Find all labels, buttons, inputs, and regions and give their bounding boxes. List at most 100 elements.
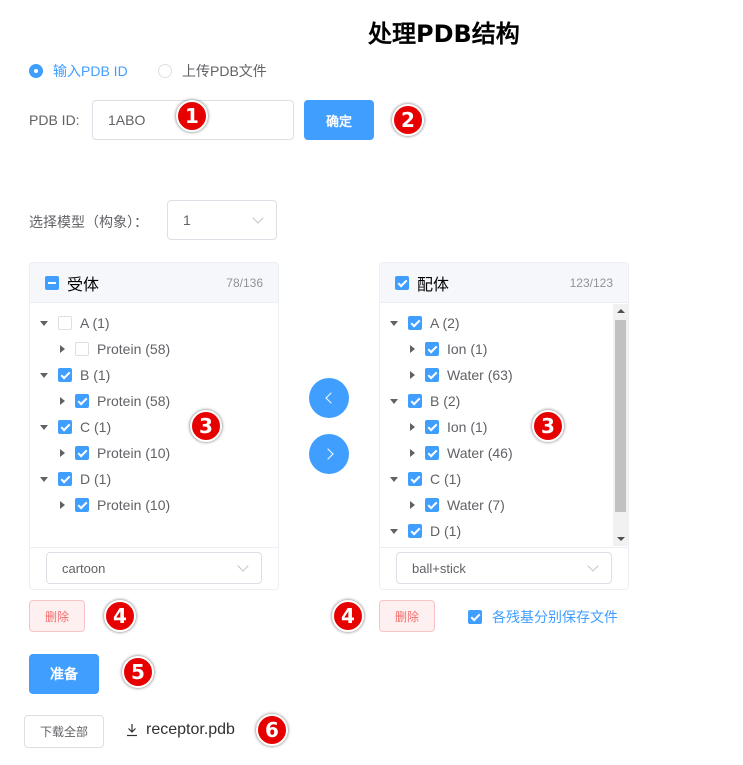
download-file-name: receptor.pdb xyxy=(146,721,235,738)
tree-node-checkbox[interactable] xyxy=(408,316,422,330)
radio-upload-pdb-file[interactable]: 上传PDB文件 xyxy=(158,61,267,81)
caret-right-icon[interactable] xyxy=(410,501,415,509)
tree-node-checkbox[interactable] xyxy=(75,498,89,512)
caret-right-icon[interactable] xyxy=(410,449,415,457)
tree-node[interactable]: C (1) xyxy=(40,414,111,440)
radio-label: 上传PDB文件 xyxy=(182,63,267,79)
caret-down-icon[interactable] xyxy=(390,476,398,482)
scroll-down-arrow-icon[interactable] xyxy=(617,537,625,541)
tree-node[interactable]: D (1) xyxy=(40,466,111,492)
pdb-id-label: PDB ID: xyxy=(29,112,80,128)
annotation-badge: 4 xyxy=(332,600,364,632)
tree-node-checkbox[interactable] xyxy=(408,524,422,538)
tree-node-checkbox[interactable] xyxy=(425,420,439,434)
download-receptor-link[interactable]: receptor.pdb xyxy=(126,721,235,739)
caret-down-icon[interactable] xyxy=(40,320,48,326)
ligand-scrollbar[interactable] xyxy=(613,304,628,546)
caret-down-icon[interactable] xyxy=(40,424,48,430)
tree-node-checkbox[interactable] xyxy=(425,342,439,356)
tree-node-checkbox[interactable] xyxy=(58,368,72,382)
prepare-button[interactable]: 准备 xyxy=(29,654,99,694)
tree-node[interactable]: A (2) xyxy=(390,310,460,336)
annotation-badge: 5 xyxy=(122,656,154,688)
tree-node[interactable]: D (1) xyxy=(390,518,461,544)
caret-right-icon[interactable] xyxy=(410,371,415,379)
tree-node[interactable]: Protein (58) xyxy=(58,388,170,414)
confirm-button[interactable]: 确定 xyxy=(304,100,374,140)
tree-node[interactable]: Protein (10) xyxy=(58,440,170,466)
ligand-style-select[interactable]: ball+stick xyxy=(396,552,612,584)
ligand-panel-title: 配体 xyxy=(417,276,450,294)
tree-node-checkbox[interactable] xyxy=(75,394,89,408)
tree-node-checkbox[interactable] xyxy=(75,446,89,460)
tree-node[interactable]: Protein (58) xyxy=(58,336,170,362)
model-select-value: 1 xyxy=(183,212,191,228)
tree-node-checkbox[interactable] xyxy=(425,368,439,382)
tree-node[interactable]: Water (7) xyxy=(408,492,505,518)
receptor-delete-button[interactable]: 删除 xyxy=(29,600,85,632)
caret-right-icon[interactable] xyxy=(60,345,65,353)
receptor-select-all-checkbox[interactable] xyxy=(45,275,59,290)
tree-node[interactable]: C (1) xyxy=(390,466,461,492)
caret-down-icon[interactable] xyxy=(390,528,398,534)
radio-label: 输入PDB ID xyxy=(53,63,128,79)
receptor-panel: 受体 78/136 A (1) Protein (58) B (1) Protein … xyxy=(29,262,279,590)
caret-down-icon[interactable] xyxy=(390,398,398,404)
tree-node-label: D (1) xyxy=(80,471,112,487)
tree-node-label: Protein (10) xyxy=(97,445,171,461)
tree-node-label: Water (46) xyxy=(447,445,513,461)
chevron-down-icon xyxy=(237,560,249,572)
scroll-up-arrow-icon[interactable] xyxy=(617,309,625,313)
tree-node[interactable]: Water (63) xyxy=(408,362,513,388)
scrollbar-thumb[interactable] xyxy=(615,320,626,512)
tree-node[interactable]: A (1) xyxy=(40,310,110,336)
tree-node-label: D (1) xyxy=(430,523,462,539)
tree-node-label: Protein (10) xyxy=(97,497,171,513)
tree-node-label: Ion (1) xyxy=(447,341,488,357)
annotation-badge: 2 xyxy=(392,104,424,136)
ligand-panel-header: 配体 123/123 xyxy=(380,263,628,303)
model-select-label: 选择模型（构象）： xyxy=(29,214,148,230)
move-right-button[interactable] xyxy=(309,434,349,474)
tree-node-checkbox[interactable] xyxy=(58,316,72,330)
ligand-select-all-checkbox[interactable] xyxy=(395,275,409,290)
model-select[interactable]: 1 xyxy=(167,200,277,240)
caret-down-icon[interactable] xyxy=(390,320,398,326)
radio-input-pdb-id[interactable]: 输入PDB ID xyxy=(29,61,128,81)
caret-right-icon[interactable] xyxy=(60,397,65,405)
tree-node-checkbox[interactable] xyxy=(408,394,422,408)
receptor-count: 78/136 xyxy=(226,275,263,290)
caret-down-icon[interactable] xyxy=(40,476,48,482)
save-per-residue-option[interactable]: 各残基分别保存文件 xyxy=(468,607,618,627)
tree-node-checkbox[interactable] xyxy=(58,472,72,486)
caret-down-icon[interactable] xyxy=(40,372,48,378)
caret-right-icon[interactable] xyxy=(410,345,415,353)
tree-node[interactable]: Water (46) xyxy=(408,440,513,466)
tree-node[interactable]: Ion (1) xyxy=(408,336,487,362)
tree-node-checkbox[interactable] xyxy=(58,420,72,434)
download-icon xyxy=(127,724,137,737)
tree-node[interactable]: Ion (1) xyxy=(408,414,487,440)
tree-node-checkbox[interactable] xyxy=(425,498,439,512)
ligand-delete-button[interactable]: 删除 xyxy=(379,600,435,632)
save-per-residue-checkbox[interactable] xyxy=(468,610,482,624)
annotation-badge: 1 xyxy=(176,100,208,132)
chevron-right-icon xyxy=(321,448,334,460)
receptor-style-select[interactable]: cartoon xyxy=(46,552,262,584)
receptor-style-value: cartoon xyxy=(62,560,106,576)
caret-right-icon[interactable] xyxy=(60,501,65,509)
tree-node-label: C (1) xyxy=(430,471,462,487)
save-per-residue-label: 各残基分别保存文件 xyxy=(492,609,618,625)
caret-right-icon[interactable] xyxy=(410,423,415,431)
tree-node-checkbox[interactable] xyxy=(425,446,439,460)
tree-node-checkbox[interactable] xyxy=(75,342,89,356)
tree-node-label: B (1) xyxy=(80,367,111,383)
move-left-button[interactable] xyxy=(309,378,349,418)
chevron-down-icon xyxy=(252,212,264,224)
caret-right-icon[interactable] xyxy=(60,449,65,457)
tree-node[interactable]: B (1) xyxy=(40,362,110,388)
tree-node-checkbox[interactable] xyxy=(408,472,422,486)
tree-node[interactable]: B (2) xyxy=(390,388,460,414)
download-all-button[interactable]: 下载全部 xyxy=(24,715,104,748)
tree-node[interactable]: Protein (10) xyxy=(58,492,170,518)
